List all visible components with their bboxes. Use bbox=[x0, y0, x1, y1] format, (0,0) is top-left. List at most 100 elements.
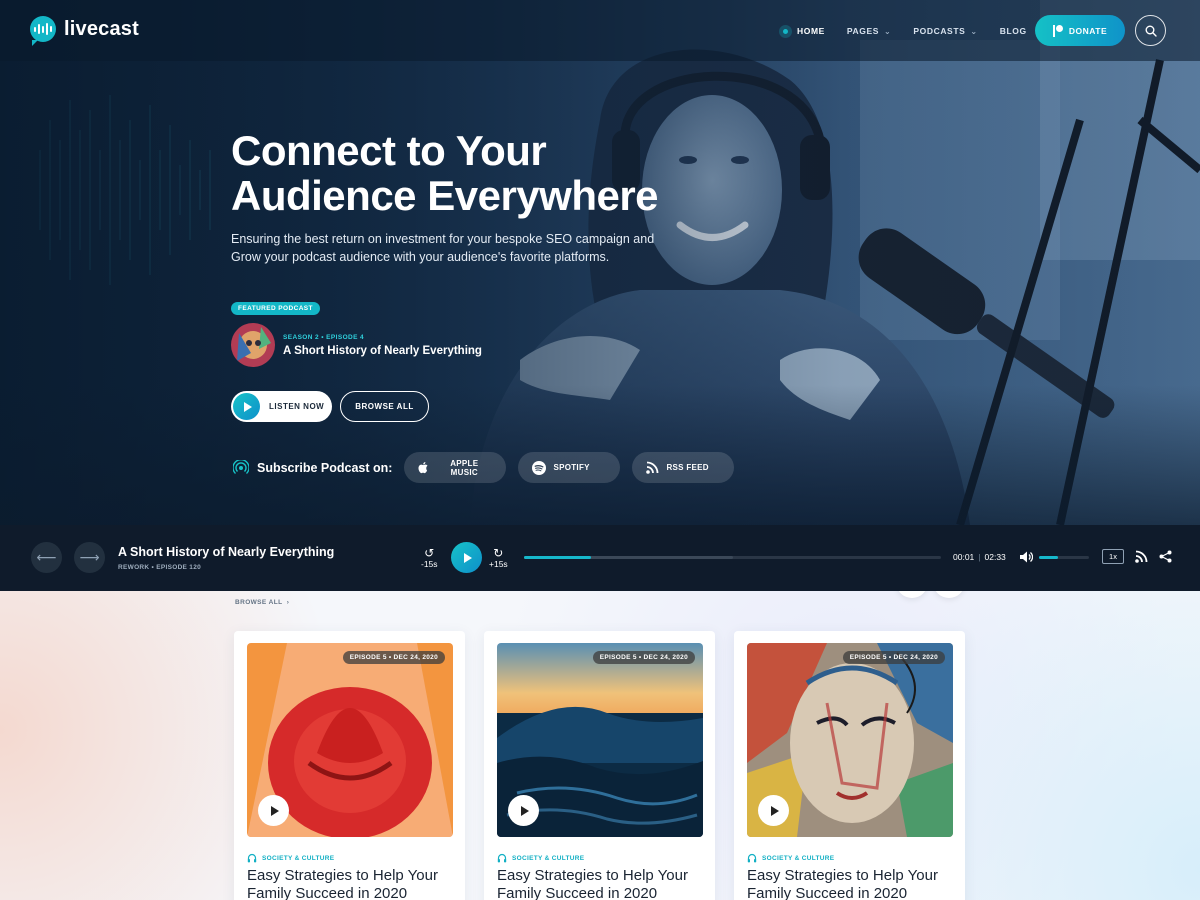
hero-title: Connect to Your Audience Everywhere bbox=[231, 128, 751, 218]
nav-item-podcasts[interactable]: PODCASTS ⌄ bbox=[913, 26, 977, 36]
episode-title[interactable]: Easy Strategies to Help Your Family Succ… bbox=[247, 867, 457, 900]
rewind-icon: ↺ bbox=[424, 546, 435, 560]
skip-forward-button[interactable]: ↻ +15s bbox=[489, 547, 508, 569]
episode-category[interactable]: SOCIETY & CULTURE bbox=[247, 853, 334, 863]
hero-section: livecast HOME PAGES ⌄ PODCASTS ⌄ BLOG DO… bbox=[0, 0, 1200, 525]
logo-waveform-icon bbox=[30, 16, 56, 46]
platform-label: RSS FEED bbox=[666, 463, 709, 472]
progress-fill bbox=[524, 556, 591, 559]
skip-back-label: -15s bbox=[421, 559, 438, 569]
forward-icon: ↻ bbox=[493, 546, 504, 560]
donate-label: DONATE bbox=[1068, 25, 1108, 36]
nav-item-blog[interactable]: BLOG bbox=[1000, 26, 1027, 36]
apple-icon bbox=[418, 461, 428, 474]
episode-card[interactable]: EPISODE 5 • DEC 24, 2020 SOCIETY & CULTU… bbox=[484, 631, 715, 900]
episode-category[interactable]: SOCIETY & CULTURE bbox=[497, 853, 584, 863]
search-icon bbox=[1145, 25, 1157, 37]
episode-badge: EPISODE 5 • DEC 24, 2020 bbox=[842, 651, 945, 664]
previous-button[interactable]: ⟵ bbox=[31, 542, 62, 573]
audio-player: ⟵ ⟶ A Short History of Nearly Everything… bbox=[0, 525, 1200, 591]
nav-item-home[interactable]: HOME bbox=[779, 24, 825, 38]
episode-category-label: SOCIETY & CULTURE bbox=[512, 854, 585, 862]
listen-now-button[interactable]: LISTEN NOW bbox=[231, 391, 332, 422]
play-icon bbox=[233, 393, 260, 420]
progress-bar[interactable] bbox=[524, 556, 941, 559]
nav-item-label: BLOG bbox=[999, 26, 1027, 36]
logo[interactable]: livecast bbox=[30, 16, 139, 46]
player-track-title: A Short History of Nearly Everything bbox=[118, 545, 335, 559]
chevron-down-icon: ⌄ bbox=[884, 26, 892, 36]
episode-title[interactable]: Easy Strategies to Help Your Family Succ… bbox=[497, 867, 707, 900]
play-icon bbox=[463, 552, 472, 563]
browse-all-label: BROWSE ALL bbox=[235, 599, 283, 606]
headphones-icon bbox=[247, 853, 257, 863]
active-indicator-icon bbox=[779, 24, 792, 38]
patreon-icon bbox=[1052, 24, 1063, 37]
share-icon[interactable] bbox=[1159, 550, 1172, 563]
episode-play-button[interactable] bbox=[258, 795, 289, 826]
episode-play-button[interactable] bbox=[508, 795, 539, 826]
platform-label: SPOTIFY bbox=[553, 463, 590, 472]
featured-podcast[interactable]: SEASON 2 • EPISODE 4 A Short History of … bbox=[231, 323, 751, 367]
episode-badge: EPISODE 5 • DEC 24, 2020 bbox=[592, 651, 695, 664]
rss-icon bbox=[646, 461, 659, 474]
skip-back-button[interactable]: ↺ -15s bbox=[421, 547, 438, 569]
browse-all-button[interactable]: BROWSE ALL bbox=[340, 391, 429, 422]
episode-image[interactable]: EPISODE 5 • DEC 24, 2020 bbox=[247, 643, 453, 837]
spotify-icon bbox=[532, 460, 547, 475]
top-navigation: livecast HOME PAGES ⌄ PODCASTS ⌄ BLOG DO… bbox=[0, 0, 1200, 61]
episodes-section: BROWSE ALL › EPISODE 5 • DEC 24, 2020 SO… bbox=[0, 591, 1200, 900]
nav-item-pages[interactable]: PAGES ⌄ bbox=[847, 26, 891, 36]
skip-forward-label: +15s bbox=[489, 559, 508, 569]
nav-item-label: PAGES bbox=[846, 26, 880, 36]
episode-badge: EPISODE 5 • DEC 24, 2020 bbox=[342, 651, 445, 664]
featured-meta: SEASON 2 • EPISODE 4 bbox=[283, 333, 365, 341]
playback-speed-button[interactable]: 1x bbox=[1102, 549, 1124, 564]
chevron-right-icon: › bbox=[284, 599, 290, 606]
episode-category[interactable]: SOCIETY & CULTURE bbox=[747, 853, 834, 863]
arrow-right-icon: ⟶ bbox=[79, 549, 100, 565]
next-button[interactable]: ⟶ bbox=[74, 542, 105, 573]
volume-fill bbox=[1039, 556, 1058, 559]
current-time: 00:01 bbox=[953, 552, 975, 562]
rss-feed-button[interactable]: RSS FEED bbox=[632, 452, 735, 483]
carousel-next-button[interactable] bbox=[933, 591, 965, 598]
spotify-button[interactable]: SPOTIFY bbox=[518, 452, 621, 483]
episode-category-label: SOCIETY & CULTURE bbox=[762, 854, 835, 862]
episode-image[interactable]: EPISODE 5 • DEC 24, 2020 bbox=[497, 643, 703, 837]
browse-all-link[interactable]: BROWSE ALL › bbox=[235, 599, 289, 606]
volume-icon[interactable] bbox=[1019, 550, 1033, 564]
episode-title[interactable]: Easy Strategies to Help Your Family Succ… bbox=[747, 867, 957, 900]
play-icon bbox=[270, 805, 279, 816]
podcast-icon bbox=[233, 459, 249, 474]
headphones-icon bbox=[497, 853, 507, 863]
headphones-icon bbox=[747, 853, 757, 863]
subscribe-bar: Subscribe Podcast on: APPLE MUSIC SPOTIF… bbox=[233, 452, 746, 483]
main-menu: HOME PAGES ⌄ PODCASTS ⌄ BLOG bbox=[779, 21, 1049, 41]
play-icon bbox=[520, 805, 529, 816]
volume-slider[interactable] bbox=[1039, 556, 1089, 559]
hero-title-line: Audience Everywhere bbox=[231, 172, 659, 219]
search-button[interactable] bbox=[1135, 15, 1166, 46]
episode-image[interactable]: EPISODE 5 • DEC 24, 2020 bbox=[747, 643, 953, 837]
featured-badge: FEATURED PODCAST bbox=[231, 302, 320, 315]
rss-icon[interactable] bbox=[1135, 550, 1148, 563]
donate-button[interactable]: DONATE bbox=[1035, 15, 1125, 46]
carousel-prev-button[interactable] bbox=[896, 591, 928, 598]
episode-play-button[interactable] bbox=[758, 795, 789, 826]
play-icon bbox=[770, 805, 779, 816]
apple-music-button[interactable]: APPLE MUSIC bbox=[404, 452, 507, 483]
duration: 02:33 bbox=[984, 552, 1006, 562]
chevron-down-icon: ⌄ bbox=[970, 26, 978, 36]
nav-item-label: PODCASTS bbox=[913, 26, 966, 36]
featured-title[interactable]: A Short History of Nearly Everything bbox=[283, 345, 482, 357]
hero-title-line: Connect to Your bbox=[231, 127, 547, 174]
episode-card[interactable]: EPISODE 5 • DEC 24, 2020 SOCIETY & CULTU… bbox=[234, 631, 465, 900]
platform-label: APPLE MUSIC bbox=[450, 458, 479, 477]
time-display: 00:01 | 02:33 bbox=[953, 552, 1006, 562]
hero-content: Connect to Your Audience Everywhere Ensu… bbox=[231, 128, 751, 422]
episode-card[interactable]: EPISODE 5 • DEC 24, 2020 SOCIETY & CULTU… bbox=[734, 631, 965, 900]
nav-item-label: HOME bbox=[797, 26, 825, 36]
player-track-meta: REWORK • EPISODE 120 bbox=[118, 564, 202, 571]
play-button[interactable] bbox=[451, 542, 482, 573]
